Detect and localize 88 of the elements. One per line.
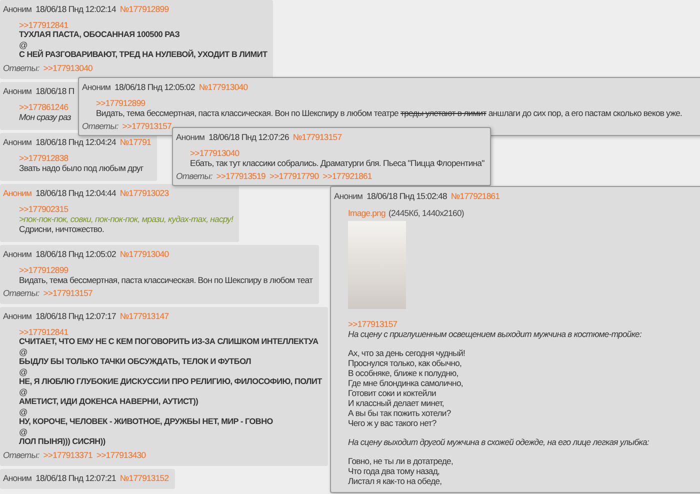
post-text: На сцену выходит другой мужчина в схожей одежде, на его лице легкая улыбка: <box>348 437 649 447</box>
post-text: С НЕЙ РАЗГОВАРИВАЮТ, ТРЕД НА НУЛЕВОЙ, УХОДИТ В ЛИМИТ <box>19 50 268 59</box>
reply-link[interactable]: >>177913040 <box>190 148 240 158</box>
post-text: СЧИТАЕТ, ЧТО ЕМУ НЕ С КЕМ ПОГОВОРИТЬ ИЗ-ЗА СЛИШКОМ ИНТЕЛЛЕКТУА <box>19 337 318 346</box>
post-text: ЛОЛ ПЫНЯ))) СИСЯН)) <box>19 437 106 446</box>
reply-link[interactable]: >>177913157 <box>122 121 172 132</box>
post-date: 18/06/18 Пнд 12:07:26 <box>208 131 289 143</box>
reply-link[interactable]: >>177861246 <box>19 102 68 112</box>
post-text: Звать надо было под любым друг <box>19 163 144 173</box>
post-text: Чего ж у вас такого нет? <box>348 418 436 428</box>
post-text: АМЕТИСТ, ИДИ ДОКЕНСА НАВЕРНИ, АУТИСТ)) <box>19 397 198 406</box>
post-text: @ <box>19 367 28 377</box>
post-date: 18/06/18 Пнд 12:07:21 <box>36 472 116 484</box>
poster-name: Аноним <box>3 85 32 97</box>
post-text: Ах, что за день сегодня чудный! <box>348 348 465 358</box>
post-date: 18/06/18 Пнд 12:02:14 <box>36 3 116 15</box>
reply-link[interactable]: >>177913371 <box>43 450 92 461</box>
poster-name: Аноним <box>3 310 32 322</box>
replies-label: Ответы: <box>3 450 40 461</box>
post-text: БЫДЛУ БЫ ТОЛЬКО ТАЧКИ ОБСУЖДАТЬ, ТЕЛОК И ФУТБОЛ <box>19 357 251 366</box>
reply-link[interactable]: >>177912899 <box>19 265 68 275</box>
poster-name: Аноним <box>3 472 32 484</box>
post-text: Листал я как-то на обеде, <box>348 476 442 486</box>
reply-link[interactable]: >>177902315 <box>19 204 68 214</box>
file-info: (2445Кб, 1440x2160) <box>388 207 464 219</box>
post-text: Сдрисни, ничтожество. <box>19 224 104 234</box>
reply-link[interactable]: >>177912841 <box>19 327 68 337</box>
poster-name: Аноним <box>82 81 111 93</box>
poster-name: Аноним <box>3 248 32 260</box>
post-number-link[interactable]: №177913023 <box>120 187 169 199</box>
post-number-link[interactable]: №177913040 <box>120 248 169 260</box>
file-link[interactable]: Image.png <box>348 207 386 219</box>
quote-text: >пок-пок-пок, совки, пок-пок-пок, мрази, кудах-тах, насру! <box>19 214 234 224</box>
poster-name: Аноним <box>334 190 363 202</box>
post-text: @ <box>19 427 28 437</box>
post-date: 18/06/18 Пнд 12:07:17 <box>36 310 116 322</box>
reply-link[interactable]: >>177913430 <box>96 450 146 461</box>
post-number-link[interactable]: №17791 <box>120 136 151 148</box>
poster-name-link[interactable]: Аноним <box>3 187 32 199</box>
reply-link[interactable]: >>177912841 <box>19 20 68 30</box>
post-text: @ <box>19 387 28 397</box>
replies-label: Ответы: <box>3 63 40 74</box>
reply-link[interactable]: >>177912838 <box>19 153 68 163</box>
reply-link[interactable]: >>177913519 <box>216 171 266 182</box>
reply-link[interactable]: >>177913040 <box>43 63 92 74</box>
post-number-link[interactable]: №177921861 <box>450 190 500 202</box>
poster-name: Аноним <box>3 3 32 15</box>
post-text: Где мне блондинка самолично, <box>348 378 463 388</box>
reply-link[interactable]: >>177921861 <box>322 171 372 182</box>
post-text: Ебать, так тут классики собрались. Драматурги бля. Пьеса "Пицца Флорентина" <box>190 158 484 168</box>
post-text: Готовит соки и коктейли <box>348 388 436 398</box>
post-date: 18/06/18 Пнд 12:05:02 <box>114 81 195 93</box>
post-date: 18/06/18 Пнд 12:04:24 <box>36 136 116 148</box>
reply-link[interactable]: >>177917790 <box>269 171 319 182</box>
post-text: @ <box>19 347 28 357</box>
post-date: 18/06/18 Пнд 12:04:44 <box>36 187 116 199</box>
post-date: 18/06/18 Пнд 12:05:02 <box>36 248 116 260</box>
post-number-link[interactable]: №177913152 <box>120 472 169 484</box>
post-number-link[interactable]: №177913147 <box>120 310 169 322</box>
post-date: 18/06/18 П <box>36 85 74 97</box>
post-text: Видать, тема бессмертная, паста классическая. Вон по Шекспиру в любом театре треды улетают в лимит аншлаги до сих пор, а его пастам сколько веков уже. <box>96 108 684 118</box>
poster-name: Аноним <box>176 131 205 143</box>
post-date: 18/06/18 Пнд 15:02:48 <box>366 190 447 202</box>
post-text: В особняке, ближе к полудню, <box>348 368 458 378</box>
post-text: А вы бы так пожить хотели? <box>348 408 451 418</box>
reply-link[interactable]: >>177913157 <box>43 288 92 299</box>
poster-name: Аноним <box>3 136 32 148</box>
post-number-link[interactable]: №177913040 <box>198 81 248 93</box>
reply-link[interactable]: >>177913157 <box>348 319 398 329</box>
post-text: @ <box>19 40 28 50</box>
post-text: Говно, не ты ли в дотатреде, <box>348 456 454 466</box>
replies-label: Ответы: <box>3 288 40 299</box>
post-text: НЕ, Я ЛЮБЛЮ ГЛУБОКИЕ ДИСКУССИИ ПРО РЕЛИГИЮ, ФИЛОСОФИЮ, ПОЛИТ <box>19 377 322 386</box>
post-text: И классный делает минет, <box>348 398 444 408</box>
post-text: Что года два тому назад, <box>348 466 440 476</box>
post-text: ТУХЛАЯ ПАСТА, ОБОСАННАЯ 100500 РАЗ <box>19 30 180 39</box>
reply-link[interactable]: >>177912899 <box>96 98 146 108</box>
photo-placeholder[interactable] <box>348 221 406 309</box>
post-number-link[interactable]: №177913157 <box>292 131 342 143</box>
post-text: НУ, КОРОЧЕ, ЧЕЛОВЕК - ЖИВОТНОЕ, ДРУЖБЫ НЕТ, МИР - ГОВНО <box>19 417 273 426</box>
post-text: Видать, тема бессмертная, паста классическая. Вон по Шекспиру в любом теат <box>19 275 313 285</box>
post-text: Проснулся только, как обычно, <box>348 358 462 368</box>
post-number-link[interactable]: №177912899 <box>120 3 169 15</box>
post-text: На сцену с приглушенным освещением выходит мужчина в костюме-тройке: <box>348 329 642 339</box>
post-text: @ <box>19 407 28 417</box>
replies-label: Ответы: <box>82 121 118 132</box>
replies-label: Ответы: <box>176 171 212 182</box>
post-text: Мон сразу раз <box>19 112 71 122</box>
